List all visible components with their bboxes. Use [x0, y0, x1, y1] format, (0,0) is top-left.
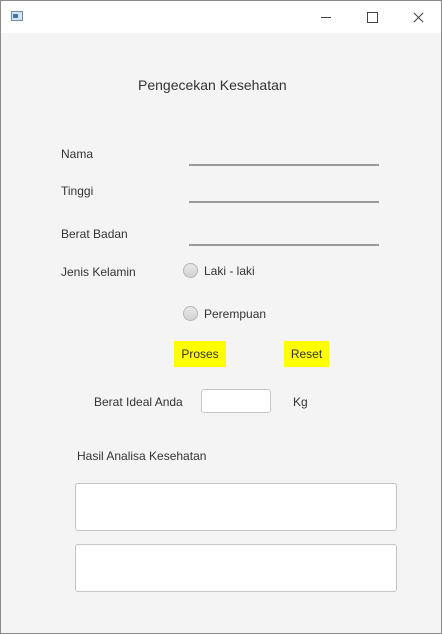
- ideal-weight-field[interactable]: [201, 389, 271, 413]
- berat-badan-label: Berat Badan: [61, 227, 128, 241]
- close-button[interactable]: [395, 1, 441, 33]
- minimize-button[interactable]: [303, 1, 349, 33]
- app-window: Pengecekan Kesehatan Nama Tinggi Berat B…: [0, 0, 442, 634]
- reset-button[interactable]: Reset: [284, 341, 329, 367]
- female-radio-label[interactable]: Perempuan: [204, 307, 266, 321]
- male-radio-label[interactable]: Laki - laki: [204, 264, 255, 278]
- female-radio[interactable]: [183, 306, 198, 321]
- maximize-button[interactable]: [349, 1, 395, 33]
- ideal-weight-unit: Kg: [293, 395, 308, 409]
- title-bar[interactable]: [1, 1, 441, 33]
- male-radio[interactable]: [183, 263, 198, 278]
- tinggi-field[interactable]: [189, 183, 379, 203]
- analysis-output-1[interactable]: [75, 483, 397, 531]
- analysis-label: Hasil Analisa Kesehatan: [77, 449, 207, 463]
- app-icon: [11, 11, 23, 21]
- nama-label: Nama: [61, 147, 94, 161]
- ideal-weight-label: Berat Ideal Anda: [94, 395, 183, 409]
- tinggi-label: Tinggi: [61, 184, 94, 198]
- berat-badan-field[interactable]: [189, 226, 379, 246]
- nama-field[interactable]: [189, 146, 379, 166]
- page-title: Pengecekan Kesehatan: [138, 77, 287, 93]
- jenis-kelamin-label: Jenis Kelamin: [61, 265, 136, 279]
- proses-button[interactable]: Proses: [174, 341, 226, 367]
- analysis-output-2[interactable]: [75, 544, 397, 592]
